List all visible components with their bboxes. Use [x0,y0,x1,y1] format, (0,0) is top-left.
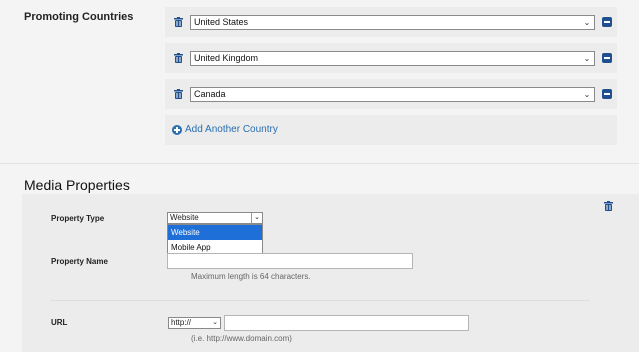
page: Promoting Countries United States ⌄ Unit… [0,0,639,352]
promoting-countries-label: Promoting Countries [24,11,134,23]
country-select[interactable]: Canada ⌄ [190,87,595,102]
chevron-down-icon: ⌄ [583,54,591,63]
property-type-select[interactable]: Website ⌄ [167,212,263,224]
property-name-label: Property Name [51,257,108,266]
trash-icon[interactable] [174,89,183,99]
dropdown-option-website[interactable]: Website [168,225,262,240]
trash-icon[interactable] [604,201,613,211]
property-type-dropdown: Website Mobile App [167,224,263,255]
protocol-value: http:// [171,318,192,327]
remove-country-button[interactable] [602,89,612,99]
url-input[interactable] [224,315,469,331]
remove-country-button[interactable] [602,17,612,27]
add-country-link[interactable]: Add Another Country [172,124,278,135]
trash-icon[interactable] [174,17,183,27]
row-divider [50,300,590,301]
protocol-select[interactable]: http:// ⌄ [168,317,221,329]
url-label: URL [51,318,68,327]
trash-icon[interactable] [174,53,183,63]
country-select[interactable]: United Kingdom ⌄ [190,51,595,66]
remove-country-button[interactable] [602,53,612,63]
property-type-label: Property Type [51,214,105,223]
media-properties-heading: Media Properties [24,177,130,193]
chevron-down-icon: ⌄ [212,319,218,326]
chevron-down-icon: ⌄ [251,213,262,223]
url-hint: (i.e. http://www.domain.com) [191,334,292,343]
property-type-value: Website [170,213,199,222]
country-select-value: United States [194,17,249,27]
chevron-down-icon: ⌄ [583,90,591,99]
country-select-value: Canada [194,89,226,99]
country-select-value: United Kingdom [194,53,259,63]
property-name-input[interactable] [167,253,413,269]
country-select[interactable]: United States ⌄ [190,15,595,30]
section-divider [0,163,639,164]
plus-circle-icon [172,124,182,135]
add-country-label: Add Another Country [185,124,278,135]
property-name-hint: Maximum length is 64 characters. [191,272,311,281]
chevron-down-icon: ⌄ [583,18,591,27]
